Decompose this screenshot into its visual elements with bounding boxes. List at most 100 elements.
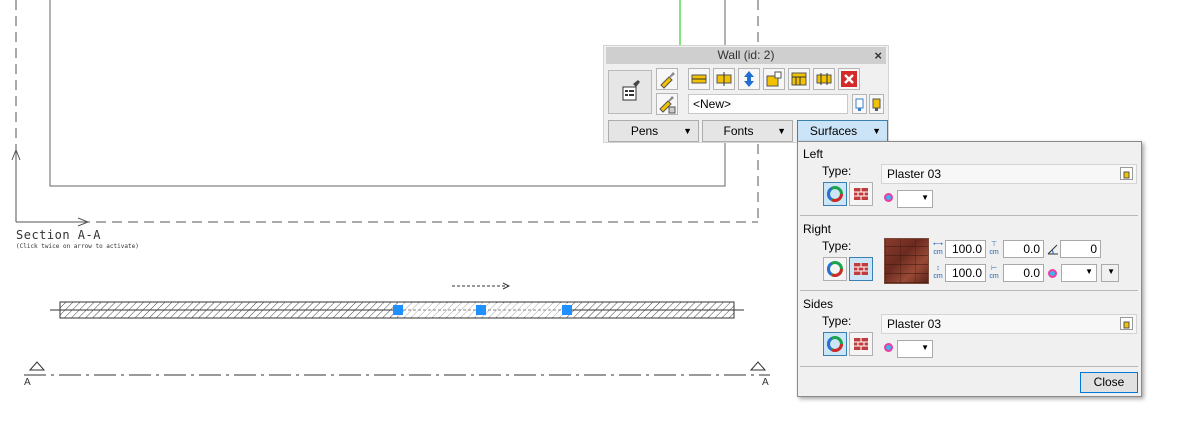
wall-align-left-button[interactable] bbox=[688, 68, 710, 90]
chevron-down-icon: ▼ bbox=[1107, 267, 1115, 276]
wall-properties-icon bbox=[622, 80, 640, 101]
unit-label: cm bbox=[933, 273, 943, 280]
brick-icon bbox=[854, 338, 868, 350]
wall-opening-button[interactable] bbox=[763, 68, 785, 90]
offset-x-input[interactable]: 0.0 bbox=[1003, 240, 1044, 258]
texture-width-input[interactable]: 100.0 bbox=[945, 240, 986, 258]
section-marker-right-icon[interactable] bbox=[749, 361, 767, 371]
section-hint: (Click twice on arrow to activate) bbox=[16, 243, 139, 250]
material-picker-icon[interactable] bbox=[1120, 167, 1133, 180]
wall-palette: Wall (id: 2) × <New> Pens ▼ Fonts ▼ Surf… bbox=[603, 45, 889, 143]
separator bbox=[800, 215, 1138, 216]
color-wheel-icon bbox=[827, 336, 843, 352]
style-pick-icon bbox=[872, 98, 881, 111]
right-texture-preview[interactable] bbox=[884, 238, 929, 284]
style-pick-button[interactable] bbox=[869, 94, 884, 114]
unit-label: cm bbox=[989, 273, 999, 280]
section-label: Section A-A bbox=[16, 228, 101, 242]
selection-handle-mid[interactable] bbox=[476, 305, 486, 315]
fonts-dropdown[interactable]: Fonts ▼ bbox=[702, 120, 793, 142]
offset-x-icon: ⊤ cm bbox=[989, 241, 999, 256]
separator bbox=[800, 290, 1138, 291]
offset-y-icon: ⊢ cm bbox=[989, 265, 999, 280]
color-wheel-icon bbox=[827, 186, 843, 202]
close-button[interactable]: Close bbox=[1080, 372, 1138, 393]
offset-y-input[interactable]: 0.0 bbox=[1003, 264, 1044, 282]
texture-height-input[interactable]: 100.0 bbox=[945, 264, 986, 282]
color-wheel-icon bbox=[827, 261, 843, 277]
wall-flip-icon bbox=[744, 71, 754, 87]
paint-brush-alt-icon bbox=[659, 96, 676, 114]
palette-titlebar[interactable]: Wall (id: 2) × bbox=[606, 47, 886, 64]
unit-label: cm bbox=[933, 249, 943, 256]
palette-title: Wall (id: 2) bbox=[717, 48, 775, 62]
paint-brush-button[interactable] bbox=[656, 68, 678, 90]
direction-arrow-icon bbox=[452, 282, 511, 290]
wall-split-button[interactable] bbox=[813, 68, 835, 90]
left-group-title: Left bbox=[803, 147, 824, 161]
palette-close-button[interactable]: × bbox=[874, 47, 882, 64]
right-texture-mode-button[interactable] bbox=[849, 257, 873, 281]
color-palette-icon bbox=[884, 343, 893, 352]
sides-texture-mode-button[interactable] bbox=[849, 332, 873, 356]
sides-group-title: Sides bbox=[803, 297, 834, 311]
left-type-label: Type: bbox=[822, 164, 852, 178]
delete-wall-button[interactable] bbox=[838, 68, 860, 90]
chevron-down-icon: ▼ bbox=[921, 343, 929, 352]
brick-icon bbox=[854, 188, 868, 200]
chevron-down-icon: ▼ bbox=[921, 193, 929, 202]
color-palette-icon bbox=[1048, 269, 1057, 278]
section-mark-left: A bbox=[24, 377, 31, 388]
brick-icon bbox=[854, 263, 868, 275]
paint-brush-alt-button[interactable] bbox=[656, 93, 678, 115]
left-texture-mode-button[interactable] bbox=[849, 182, 873, 206]
pens-dropdown[interactable]: Pens ▼ bbox=[608, 120, 699, 142]
wall-flip-button[interactable] bbox=[738, 68, 760, 90]
wall-opening-icon bbox=[766, 71, 782, 87]
wall-split-icon bbox=[816, 73, 832, 85]
surfaces-dropdown[interactable]: Surfaces ▼ bbox=[797, 120, 888, 142]
left-color-dropdown[interactable]: ▼ bbox=[897, 190, 933, 208]
color-palette-icon bbox=[884, 193, 893, 202]
left-material-field[interactable]: Plaster 03 bbox=[881, 164, 1137, 184]
left-material-value: Plaster 03 bbox=[887, 167, 942, 181]
section-marker-left-icon[interactable] bbox=[28, 361, 46, 371]
style-save-button[interactable] bbox=[852, 94, 867, 114]
right-color-mode-button[interactable] bbox=[823, 257, 847, 281]
section-mark-right: A bbox=[762, 377, 769, 388]
surfaces-label: Surfaces bbox=[809, 124, 858, 138]
right-type-label: Type: bbox=[822, 239, 852, 253]
texture-angle-input[interactable]: 0 bbox=[1060, 240, 1101, 258]
chevron-down-icon: ▼ bbox=[777, 126, 786, 136]
right-color-dropdown[interactable]: ▼ bbox=[1061, 264, 1097, 282]
material-picker-icon[interactable] bbox=[1120, 317, 1133, 330]
left-color-mode-button[interactable] bbox=[823, 182, 847, 206]
separator bbox=[800, 366, 1138, 367]
sides-material-value: Plaster 03 bbox=[887, 317, 942, 331]
wall-align-center-icon bbox=[716, 72, 732, 86]
pens-label: Pens bbox=[630, 124, 659, 138]
chevron-down-icon: ▼ bbox=[872, 126, 881, 136]
wall-align-left-icon bbox=[691, 74, 707, 84]
style-save-icon bbox=[855, 98, 864, 111]
wall-layers-icon bbox=[791, 72, 807, 86]
sides-material-field[interactable]: Plaster 03 bbox=[881, 314, 1137, 334]
wall-layers-button[interactable] bbox=[788, 68, 810, 90]
unit-label: cm bbox=[989, 249, 999, 256]
right-pattern-dropdown[interactable]: ▼ bbox=[1101, 264, 1119, 282]
wall-style-value: <New> bbox=[693, 97, 732, 111]
right-group-title: Right bbox=[803, 222, 832, 236]
wall-properties-button[interactable] bbox=[608, 70, 652, 114]
texture-width-icon: ⟷ cm bbox=[932, 241, 944, 256]
sides-type-label: Type: bbox=[822, 314, 852, 328]
texture-height-icon: ↕ cm bbox=[933, 265, 943, 280]
selection-handle-left[interactable] bbox=[393, 305, 403, 315]
surfaces-popup: Left Type: Plaster 03 ▼ Right Type: ⟷ cm … bbox=[797, 141, 1142, 397]
sides-color-mode-button[interactable] bbox=[823, 332, 847, 356]
fonts-label: Fonts bbox=[723, 124, 754, 138]
sides-color-dropdown[interactable]: ▼ bbox=[897, 340, 933, 358]
chevron-down-icon: ▼ bbox=[683, 126, 692, 136]
selection-handle-right[interactable] bbox=[562, 305, 572, 315]
wall-style-field[interactable]: <New> bbox=[688, 94, 848, 114]
wall-align-center-button[interactable] bbox=[713, 68, 735, 90]
